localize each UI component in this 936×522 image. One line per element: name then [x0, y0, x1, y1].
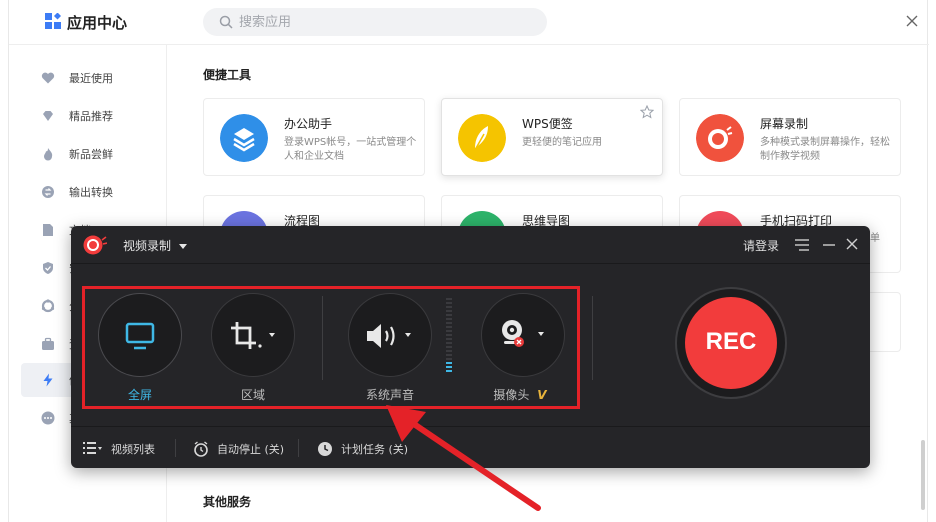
close-icon[interactable] — [846, 238, 858, 250]
menu-icon[interactable] — [795, 239, 809, 251]
section-title-quick-tools: 便捷工具 — [203, 68, 252, 82]
tool-name: 屏幕录制 — [760, 117, 809, 131]
record-label: REC — [705, 328, 757, 355]
search-icon — [219, 15, 233, 29]
tool-desc: 登录WPS帐号，一站式管理个人和企业文档 — [284, 137, 417, 162]
minimize-icon[interactable] — [823, 239, 835, 251]
titlebar: 应用中心 — [9, 0, 929, 45]
recorder-mode-dropdown[interactable]: 视频录制 — [123, 237, 187, 254]
share-icon — [41, 299, 55, 313]
auto-stop-button[interactable]: 自动停止 (关) — [193, 440, 293, 458]
sidebar-item-label: 输出转换 — [69, 186, 113, 199]
separator — [298, 439, 299, 457]
app-grid-icon — [45, 13, 61, 29]
tool-card-screen-record[interactable]: 屏幕录制 多种模式录制屏幕操作，轻松制作教学视频 — [679, 98, 901, 176]
search-input[interactable] — [239, 12, 529, 32]
annotation-highlight-box — [82, 286, 580, 409]
tool-name: WPS便签 — [522, 117, 573, 131]
divider — [592, 296, 593, 380]
recorder-title: 视频录制 — [123, 239, 172, 253]
record-button[interactable]: REC — [675, 287, 787, 399]
record-button-inner: REC — [685, 297, 777, 389]
list-icon — [83, 442, 102, 454]
recorder-titlebar: 视频录制 请登录 — [71, 226, 870, 264]
section-title-other-services: 其他服务 — [203, 495, 252, 509]
tool-desc: 多种模式录制屏幕操作，轻松制作教学视频 — [760, 137, 890, 162]
sidebar-item-convert[interactable]: 输出转换 — [21, 175, 167, 209]
app-title: 应用中心 — [67, 14, 128, 32]
video-list-button[interactable]: 视频列表 — [83, 440, 163, 458]
tool-card-wps-notes[interactable]: WPS便签 更轻便的笔记应用 — [441, 98, 663, 176]
sidebar-item-label: 最近使用 — [69, 72, 113, 85]
office-assistant-icon — [220, 114, 268, 162]
annotation-arrow — [386, 405, 541, 511]
star-icon[interactable] — [640, 105, 654, 119]
flame-icon — [44, 148, 53, 161]
sidebar-item-new[interactable]: 新品尝鲜 — [21, 137, 167, 171]
shield-icon — [43, 262, 53, 274]
tool-card-office-assistant[interactable]: 办公助手 登录WPS帐号，一站式管理个人和企业文档 — [203, 98, 425, 176]
clock-icon — [318, 442, 332, 456]
sidebar-item-featured[interactable]: 精品推荐 — [21, 99, 167, 133]
caret-down-icon — [178, 244, 187, 249]
recorder-logo-icon — [83, 235, 107, 255]
scrollbar[interactable] — [921, 440, 925, 510]
more-icon — [41, 411, 55, 425]
sidebar-item-label: 精品推荐 — [69, 110, 113, 123]
alarm-clock-icon — [194, 441, 208, 457]
screen-record-icon — [696, 114, 744, 162]
separator — [175, 439, 176, 457]
login-link[interactable]: 请登录 — [743, 237, 779, 254]
diamond-icon — [43, 111, 53, 121]
tool-desc: 单 — [870, 233, 880, 244]
sidebar-item-label: 新品尝鲜 — [69, 148, 113, 161]
tool-name: 办公助手 — [284, 117, 333, 131]
tool-desc: 更轻便的笔记应用 — [522, 137, 602, 148]
heart-icon — [41, 72, 55, 84]
close-icon[interactable] — [905, 14, 919, 28]
document-icon — [43, 224, 53, 236]
feather-icon — [458, 114, 506, 162]
search-box[interactable] — [203, 8, 547, 36]
auto-stop-label: 自动停止 (关) — [217, 443, 285, 456]
sidebar-item-recent[interactable]: 最近使用 — [21, 61, 167, 95]
lightning-icon — [43, 373, 53, 387]
convert-icon — [42, 186, 54, 198]
video-list-label: 视频列表 — [111, 443, 155, 456]
briefcase-icon — [42, 337, 54, 350]
